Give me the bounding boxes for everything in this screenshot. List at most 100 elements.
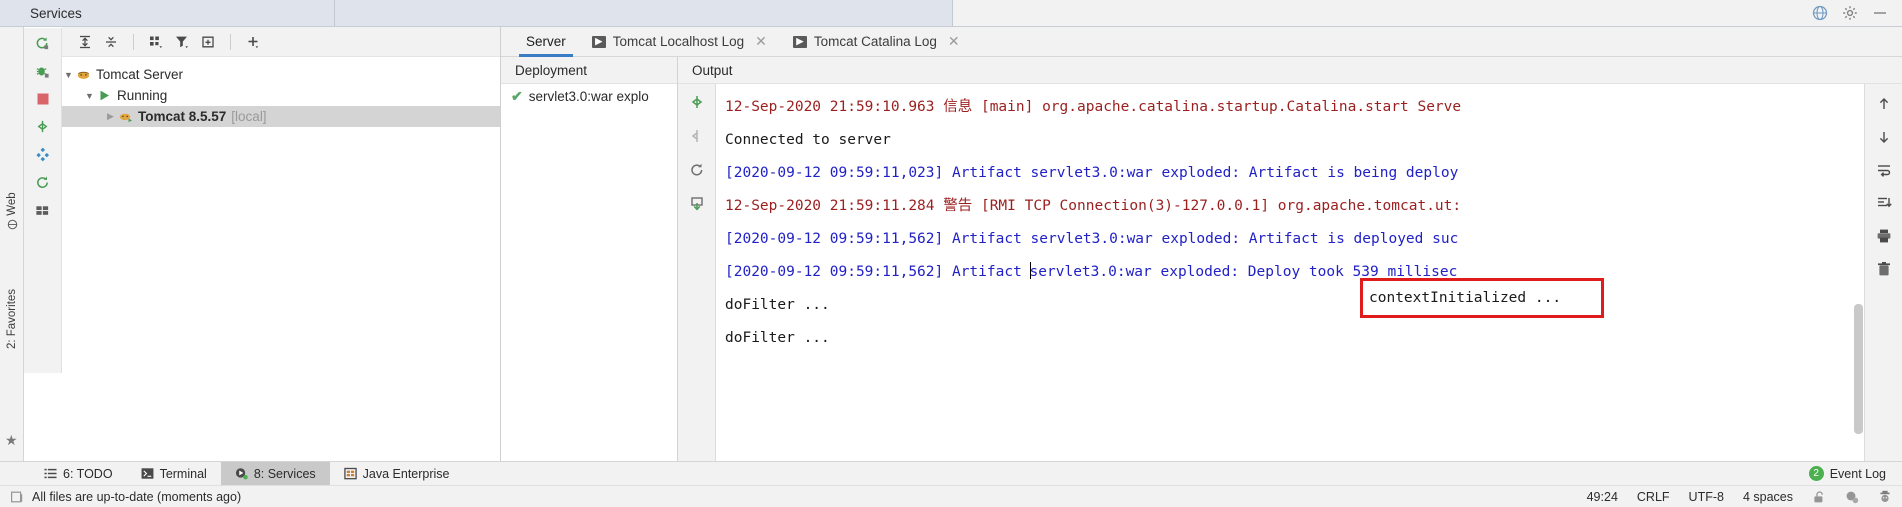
tree-node-suffix: [local] bbox=[231, 109, 267, 124]
idea-services-window: Services Web 2: Favorites ★ ▼ Tomcat Ser… bbox=[0, 0, 1902, 507]
rail-label-favorites: 2: Favorites bbox=[6, 288, 18, 350]
console-line: [2020-09-12 09:59:11,562] Artifact servl… bbox=[725, 231, 1459, 247]
event-log-button[interactable]: 2 Event Log bbox=[1808, 462, 1902, 485]
globe-icon[interactable] bbox=[1812, 5, 1828, 21]
tree-node-tomcat-8557[interactable]: ▶ Tomcat 8.5.57 [local] bbox=[62, 106, 500, 127]
add-icon[interactable] bbox=[242, 31, 264, 53]
bottom-tab-terminal[interactable]: Terminal bbox=[127, 462, 221, 485]
check-green-icon: ✔ bbox=[511, 87, 523, 104]
deploy-icon[interactable] bbox=[35, 119, 50, 134]
expand-all-icon[interactable] bbox=[74, 31, 96, 53]
restart-circle-icon[interactable] bbox=[689, 162, 705, 178]
tool-window-bar: 6: TODO Terminal 8: Services Java Enterp… bbox=[0, 461, 1902, 485]
event-log-badge: 2 bbox=[1808, 466, 1824, 481]
services-tree[interactable]: ▼ Tomcat Server ▼ Running ▶ Tomcat 8.5.5… bbox=[62, 57, 500, 461]
text-caret bbox=[1029, 262, 1031, 279]
deployment-item[interactable]: ✔ servlet3.0:war explo bbox=[501, 84, 677, 108]
indent-setting[interactable]: 4 spaces bbox=[1743, 490, 1793, 504]
titlebar-actions bbox=[1798, 0, 1902, 26]
status-message: All files are up-to-date (moments ago) bbox=[32, 489, 242, 504]
line-separator[interactable]: CRLF bbox=[1637, 490, 1670, 504]
minimize-icon[interactable] bbox=[1872, 5, 1888, 21]
scroll-to-end-icon[interactable] bbox=[1876, 195, 1892, 211]
hector-icon[interactable] bbox=[1878, 490, 1892, 504]
toolbar-separator-1 bbox=[133, 33, 134, 50]
inspection-icon[interactable] bbox=[1845, 490, 1859, 504]
stop-icon[interactable] bbox=[36, 92, 50, 106]
gear-icon[interactable] bbox=[1842, 5, 1858, 21]
tree-node-running[interactable]: ▼ Running bbox=[62, 85, 500, 106]
console-line: 12-Sep-2020 21:59:11.284 警告 [RMI TCP Con… bbox=[725, 198, 1462, 214]
bottom-tab-todo[interactable]: 6: TODO bbox=[30, 462, 127, 485]
bottom-tab-label: 6: TODO bbox=[63, 466, 113, 481]
page-title: Services bbox=[30, 5, 82, 21]
debug-icon[interactable] bbox=[35, 64, 50, 79]
output-body: 12-Sep-2020 21:59:10.963 信息 [main] org.a… bbox=[678, 84, 1902, 461]
output-pane: Output 12-Sep-2020 21:59:10.963 信息 [main… bbox=[678, 57, 1902, 461]
services-toolbar bbox=[62, 27, 500, 57]
tab-tomcat-catalina-log[interactable]: ▶ Tomcat Catalina Log ✕ bbox=[780, 27, 973, 56]
layout-icon[interactable] bbox=[35, 203, 50, 218]
tree-node-label: Tomcat Server bbox=[96, 67, 184, 82]
console-line-with-caret: [2020-09-12 09:59:11,562] Artifact servl… bbox=[725, 256, 1864, 289]
services-title-segment: Services bbox=[0, 0, 335, 26]
rail-button-web[interactable]: Web bbox=[0, 176, 24, 246]
arrow-down-icon[interactable] bbox=[1876, 129, 1892, 145]
main-body: Web 2: Favorites ★ ▼ Tomcat Server ▼ Run… bbox=[0, 27, 1902, 461]
deploy-down-icon[interactable] bbox=[689, 94, 705, 110]
services-run-actions bbox=[24, 28, 62, 373]
titlebar-blank-segment-2 bbox=[953, 0, 1798, 26]
console-output-text[interactable]: 12-Sep-2020 21:59:10.963 信息 [main] org.a… bbox=[716, 84, 1864, 461]
tab-server[interactable]: Server bbox=[513, 27, 579, 57]
lock-open-icon[interactable] bbox=[1812, 490, 1826, 504]
chevron-down-icon[interactable]: ▼ bbox=[83, 91, 96, 101]
arrow-up-icon[interactable] bbox=[1876, 96, 1892, 112]
soft-wrap-icon[interactable] bbox=[1876, 162, 1892, 178]
trash-icon[interactable] bbox=[1876, 261, 1892, 277]
file-encoding[interactable]: UTF-8 bbox=[1689, 490, 1724, 504]
bottom-tab-services[interactable]: 8: Services bbox=[220, 462, 330, 485]
chevron-right-icon[interactable]: ▶ bbox=[104, 111, 117, 122]
print-icon[interactable] bbox=[1876, 228, 1892, 244]
left-tool-rail: Web 2: Favorites ★ bbox=[0, 27, 24, 461]
close-icon[interactable]: ✕ bbox=[755, 33, 767, 50]
update-icon[interactable] bbox=[689, 196, 705, 212]
title-bar: Services bbox=[0, 0, 1902, 27]
deployment-pane: Deployment ✔ servlet3.0:war explo bbox=[501, 57, 678, 461]
toolbar-separator-2 bbox=[230, 33, 231, 50]
filter-icon[interactable] bbox=[171, 31, 193, 53]
services-icon bbox=[235, 467, 248, 480]
tomcat-run-icon bbox=[117, 109, 134, 124]
services-main: ▼ Tomcat Server ▼ Running ▶ Tomcat 8.5.5… bbox=[62, 27, 500, 461]
run-console-icon: ▶ bbox=[591, 35, 606, 48]
highlight-text: contextInitialized ... bbox=[1369, 290, 1562, 306]
rail-button-favorites[interactable]: 2: Favorites bbox=[0, 273, 24, 365]
undeploy-icon[interactable] bbox=[689, 128, 705, 144]
terminal-icon bbox=[141, 467, 154, 480]
chevron-down-icon[interactable]: ▼ bbox=[62, 70, 75, 80]
tab-tomcat-localhost-log[interactable]: ▶ Tomcat Localhost Log ✕ bbox=[579, 27, 780, 56]
run-console-icon: ▶ bbox=[792, 35, 807, 48]
status-bar: All files are up-to-date (moments ago) 4… bbox=[0, 485, 1902, 507]
star-icon[interactable]: ★ bbox=[5, 432, 18, 449]
collapse-all-icon[interactable] bbox=[100, 31, 122, 53]
deployment-item-label: servlet3.0:war explo bbox=[528, 88, 649, 104]
services-panel: ▼ Tomcat Server ▼ Running ▶ Tomcat 8.5.5… bbox=[24, 27, 501, 461]
restart-icon[interactable] bbox=[35, 175, 50, 190]
tree-node-tomcat-server[interactable]: ▼ Tomcat Server bbox=[62, 64, 500, 85]
console-line: doFilter ... bbox=[725, 297, 830, 313]
group-by-icon[interactable] bbox=[145, 31, 167, 53]
artifacts-icon[interactable] bbox=[35, 147, 50, 162]
deployment-header: Deployment bbox=[501, 57, 677, 84]
console-line: [2020-09-12 09:59:11,562] Artifact servl… bbox=[725, 262, 1458, 280]
console-line: Connected to server bbox=[725, 132, 891, 148]
rerun-icon[interactable] bbox=[35, 36, 50, 51]
console-tabs: Server ▶ Tomcat Localhost Log ✕ ▶ Tomcat… bbox=[501, 27, 1902, 57]
add-tab-icon[interactable] bbox=[197, 31, 219, 53]
close-icon[interactable]: ✕ bbox=[948, 33, 960, 50]
caret-position[interactable]: 49:24 bbox=[1587, 490, 1618, 504]
console-right-toolbar bbox=[1864, 84, 1902, 461]
console-scrollbar[interactable] bbox=[1854, 304, 1863, 434]
bottom-tab-label: 8: Services bbox=[253, 466, 316, 481]
bottom-tab-java-enterprise[interactable]: Java Enterprise bbox=[330, 462, 464, 485]
